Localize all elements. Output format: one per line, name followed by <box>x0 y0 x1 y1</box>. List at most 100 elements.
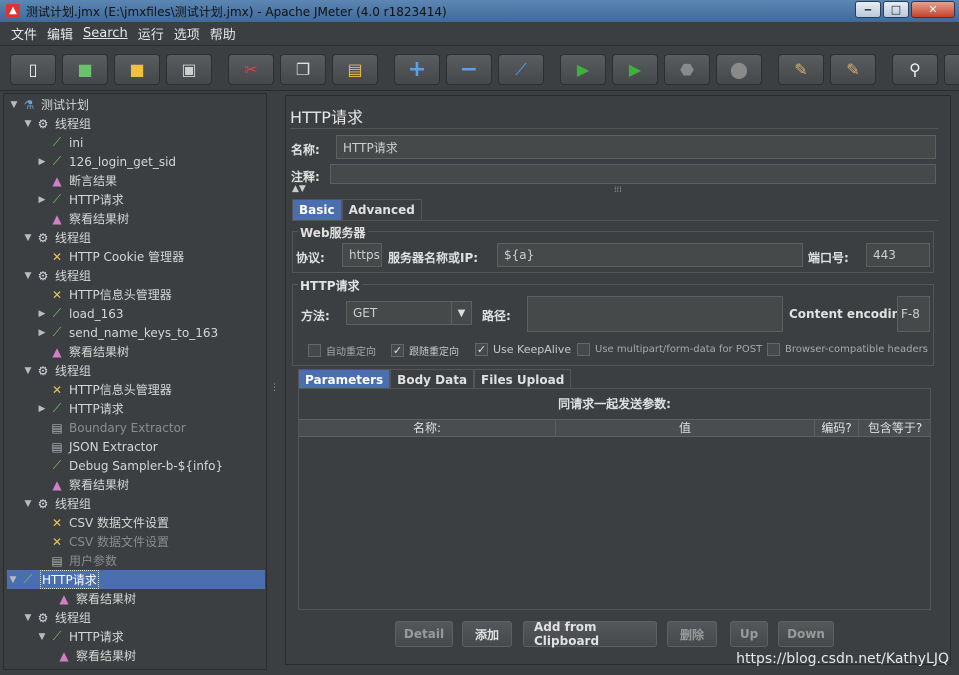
multipart-checkbox[interactable]: Use multipart/form-data for POST <box>577 343 762 356</box>
tree-node[interactable]: ✕ HTTP Cookie 管理器 <box>36 247 184 266</box>
detail-button[interactable]: Detail <box>395 621 453 647</box>
menu-search[interactable]: Search <box>78 26 133 41</box>
tab-basic[interactable]: Basic <box>292 199 342 220</box>
server-name-field[interactable]: ${a} <box>497 243 803 267</box>
column-include-equals[interactable]: 包含等于? <box>859 420 931 437</box>
content-encoding-field[interactable]: F-8 <box>897 296 930 332</box>
tree-node[interactable]: ▶ ⟋ HTTP请求 <box>36 190 124 209</box>
comment-field[interactable] <box>330 164 936 184</box>
clear-button[interactable]: ✎ <box>778 54 824 85</box>
tree-node[interactable]: ▼ ⟋ HTTP请求 <box>36 627 124 646</box>
protocol-field[interactable]: https <box>342 243 382 267</box>
tree-node[interactable]: ▲ 察看结果树 <box>36 209 129 228</box>
open-button[interactable]: ■ <box>114 54 160 85</box>
tree-node[interactable]: ▼ ⚙ 线程组 <box>22 608 91 627</box>
tree-node[interactable]: ✕ HTTP信息头管理器 <box>36 285 172 304</box>
method-select[interactable]: GET ▼ <box>346 301 472 325</box>
test-plan-tree[interactable]: ▼ ⚗ 测试计划 ▼ ⚙ 线程组 ⟋ ini ▶ ⟋ 126_login_get_sid ▲ 断言结果 ▶… <box>3 93 267 670</box>
save-button[interactable]: ▣ <box>166 54 212 85</box>
expand-toggle-icon[interactable]: ▼ <box>22 233 34 243</box>
auto-redirect-checkbox[interactable]: 自动重定向 <box>308 343 376 358</box>
templates-button[interactable]: ■ <box>62 54 108 85</box>
tab-body-data[interactable]: Body Data <box>390 369 475 390</box>
cut-button[interactable]: ✂ <box>228 54 274 85</box>
expand-toggle-icon[interactable]: ▼ <box>22 271 34 281</box>
tree-node[interactable]: ▲ 察看结果树 <box>36 475 129 494</box>
collapse-button[interactable]: − <box>446 54 492 85</box>
panel-splitter[interactable]: ⋮ <box>268 93 279 670</box>
tree-node[interactable]: ▲ 断言结果 <box>36 171 117 190</box>
menu-run[interactable]: 运行 <box>133 24 169 43</box>
expand-toggle-icon[interactable]: ▼ <box>22 613 34 623</box>
up-button[interactable]: Up <box>730 621 768 647</box>
add-from-clipboard-button[interactable]: Add from Clipboard <box>523 620 657 648</box>
tree-node[interactable]: ▶ ⟋ HTTP请求 <box>36 399 124 418</box>
tree-node[interactable]: ✕ HTTP信息头管理器 <box>36 380 172 399</box>
paste-button[interactable]: ▤ <box>332 54 378 85</box>
port-field[interactable]: 443 <box>866 243 930 267</box>
column-name[interactable]: 名称: <box>299 420 556 437</box>
path-field[interactable] <box>527 296 783 332</box>
collapse-toggle-icon[interactable]: ▶ <box>36 309 48 319</box>
tree-node[interactable]: ▲ 察看结果树 <box>36 342 129 361</box>
tree-node[interactable]: ▲ 察看结果树 <box>43 646 136 665</box>
collapse-toggle-icon[interactable]: ▶ <box>36 157 48 167</box>
column-value[interactable]: 值 <box>556 420 815 437</box>
expand-toggle-icon[interactable]: ▼ <box>22 366 34 376</box>
expand-toggle-icon[interactable]: ▼ <box>8 100 20 110</box>
menu-options[interactable]: 选项 <box>169 24 205 43</box>
expand-toggle-icon[interactable]: ▼ <box>22 119 34 129</box>
shutdown-button[interactable]: ⬤ <box>716 54 762 85</box>
tree-node[interactable]: ▤ Boundary Extractor <box>36 418 186 437</box>
tab-parameters[interactable]: Parameters <box>298 369 391 390</box>
expand-toggle-icon[interactable]: ▼ <box>36 632 48 642</box>
expand-button[interactable]: + <box>394 54 440 85</box>
toolbar-overflow[interactable] <box>944 54 959 85</box>
tree-node[interactable]: ▼ ⟋ HTTP请求 <box>7 570 265 589</box>
toggle-button[interactable]: ⟋ <box>498 54 544 85</box>
stop-button[interactable]: ⬣ <box>664 54 710 85</box>
chevron-down-icon[interactable]: ▼ <box>451 302 471 324</box>
tree-node[interactable]: ⟋ Debug Sampler-b-${info} <box>36 456 223 475</box>
search-button[interactable]: ⚲ <box>892 54 938 85</box>
tree-node[interactable]: ▼ ⚙ 线程组 <box>22 114 91 133</box>
tree-node[interactable]: ⟋ ini <box>36 133 83 152</box>
collapse-toggle-icon[interactable]: ▶ <box>36 195 48 205</box>
parameters-table[interactable]: 同请求一起发送参数: 名称: 值 编码? 包含等于? <box>298 388 931 610</box>
tree-node[interactable]: ▤ 用户参数 <box>36 551 117 570</box>
collapse-arrows-icon[interactable]: ▲▼ <box>292 184 306 194</box>
column-encode[interactable]: 编码? <box>815 420 859 437</box>
add-button[interactable]: 添加 <box>462 621 512 647</box>
tree-node[interactable]: ▼ ⚙ 线程组 <box>22 266 91 285</box>
expand-toggle-icon[interactable]: ▼ <box>22 499 34 509</box>
tree-node[interactable]: ▶ ⟋ 126_login_get_sid <box>36 152 177 171</box>
collapse-toggle-icon[interactable]: ▶ <box>36 328 48 338</box>
delete-button[interactable]: 删除 <box>667 621 717 647</box>
start-button[interactable]: ▶ <box>560 54 606 85</box>
resize-grip-icon[interactable]: ⁞⁞⁞ <box>614 185 622 194</box>
keepalive-checkbox[interactable]: ✓ Use KeepAlive <box>475 343 571 356</box>
clear-all-button[interactable]: ✎ <box>830 54 876 85</box>
down-button[interactable]: Down <box>778 621 834 647</box>
tree-node[interactable]: ▼ ⚗ 测试计划 <box>8 95 89 114</box>
tree-node[interactable]: ▤ JSON Extractor <box>36 437 157 456</box>
minimize-button[interactable]: ‒ <box>855 1 881 18</box>
menu-file[interactable]: 文件 <box>6 24 42 43</box>
tab-advanced[interactable]: Advanced <box>341 199 422 220</box>
tree-node[interactable]: ▶ ⟋ send_name_keys_to_163 <box>36 323 219 342</box>
tab-files-upload[interactable]: Files Upload <box>474 369 572 390</box>
new-button[interactable]: ▯ <box>10 54 56 85</box>
follow-redirects-checkbox[interactable]: ✓ 跟随重定向 <box>391 343 459 358</box>
menu-edit[interactable]: 编辑 <box>42 24 78 43</box>
expand-toggle-icon[interactable]: ▼ <box>7 575 19 585</box>
browser-headers-checkbox[interactable]: Browser-compatible headers <box>767 343 928 356</box>
maximize-button[interactable]: □ <box>883 1 909 18</box>
tree-node[interactable]: ✕ CSV 数据文件设置 <box>36 532 169 551</box>
tree-node[interactable]: ▼ ⚙ 线程组 <box>22 494 91 513</box>
tree-node[interactable]: ▶ ⟋ load_163 <box>36 304 124 323</box>
tree-node[interactable]: ▲ 察看结果树 <box>43 589 136 608</box>
copy-button[interactable]: ❐ <box>280 54 326 85</box>
tree-node[interactable]: ▼ ⚙ 线程组 <box>22 361 91 380</box>
menu-help[interactable]: 帮助 <box>205 24 241 43</box>
collapse-toggle-icon[interactable]: ▶ <box>36 404 48 414</box>
